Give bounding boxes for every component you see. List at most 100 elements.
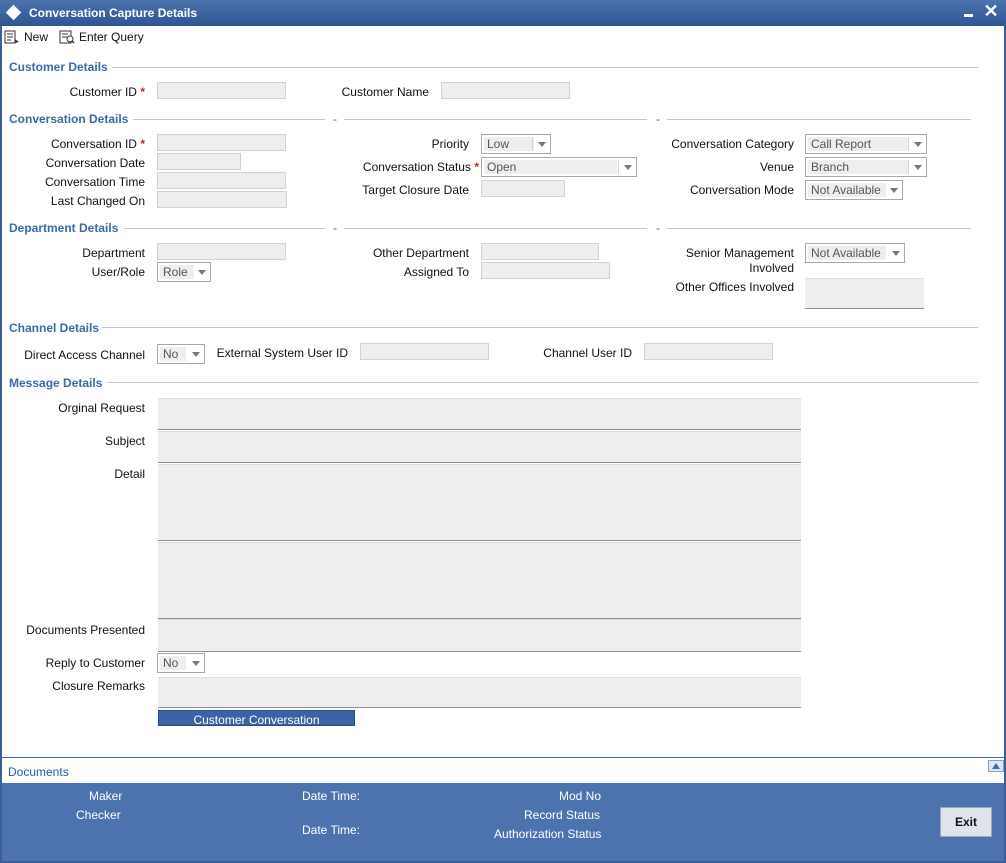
chevron-down-icon: [892, 251, 900, 256]
exit-button[interactable]: Exit: [940, 807, 992, 837]
conversation-id-field[interactable]: [157, 134, 286, 151]
senior-management-involved-label: Involved: [749, 261, 794, 275]
conversation-time-label: Conversation Time: [44, 175, 145, 189]
documents-presented-label: Documents Presented: [26, 623, 145, 637]
customer-id-field[interactable]: [157, 82, 286, 99]
conversation-mode-select[interactable]: Not Available: [805, 180, 903, 200]
conversation-status-select[interactable]: Open: [481, 157, 637, 177]
senior-management-value: Not Available: [808, 246, 886, 260]
chevron-down-icon: [914, 142, 922, 147]
priority-select[interactable]: Low: [481, 134, 551, 154]
new-record-icon: [4, 30, 20, 44]
priority-separator: [532, 137, 533, 151]
conversation-date-field[interactable]: [157, 153, 241, 170]
message-details-heading: Message Details: [9, 376, 103, 390]
department-field[interactable]: [157, 243, 286, 260]
customer-name-label: Customer Name: [341, 85, 429, 99]
user-role-select[interactable]: Role: [157, 262, 211, 282]
enter-query-button[interactable]: Enter Query: [59, 28, 144, 46]
other-department-field[interactable]: [481, 243, 599, 260]
minimize-icon[interactable]: [962, 4, 976, 20]
venue-select[interactable]: Branch: [805, 157, 927, 177]
closure-remarks-label: Closure Remarks: [52, 679, 145, 693]
venue-value: Branch: [808, 160, 908, 174]
channel-details-heading: Channel Details: [9, 321, 100, 335]
user-role-label: User/Role: [91, 265, 145, 279]
conversation-rule-3: [667, 119, 971, 120]
enter-query-label: Enter Query: [79, 30, 144, 44]
customer-section-rule: [112, 67, 978, 68]
conversation-dash-2: -: [656, 112, 660, 126]
chevron-down-icon: [890, 188, 898, 193]
record-status-label: Record Status: [524, 808, 601, 822]
conversation-category-select[interactable]: Call Report: [805, 134, 927, 154]
window-diamond-icon: [5, 4, 22, 21]
last-changed-on-field[interactable]: [157, 191, 287, 208]
other-offices-field[interactable]: [805, 278, 924, 309]
conversation-mode-label: Conversation Mode: [689, 183, 794, 197]
chevron-down-icon: [624, 165, 632, 170]
venue-separator: [908, 160, 909, 174]
category-separator: [908, 137, 909, 151]
chevron-down-icon: [538, 142, 546, 147]
conversation-mode-value: Not Available: [808, 183, 886, 197]
conversation-rule-1: [133, 119, 325, 120]
detail-field[interactable]: [158, 464, 801, 541]
subject-label: Subject: [104, 434, 145, 448]
target-closure-date-field[interactable]: [481, 180, 565, 197]
chevron-down-icon: [192, 661, 200, 666]
documents-link[interactable]: Documents: [8, 765, 69, 779]
priority-label: Priority: [431, 137, 469, 151]
expand-up-icon[interactable]: [988, 760, 1004, 772]
assigned-to-field[interactable]: [481, 262, 610, 279]
external-system-user-id-field[interactable]: [360, 343, 489, 360]
department-dash-2: -: [656, 221, 660, 235]
senior-management-select[interactable]: Not Available: [805, 243, 905, 263]
detail-field-continued[interactable]: [158, 542, 801, 619]
senior-management-label: Senior Management: [685, 246, 794, 260]
chevron-down-icon: [914, 165, 922, 170]
reply-to-customer-select[interactable]: No: [157, 653, 205, 673]
title-bar: Conversation Capture Details ✕: [0, 0, 1006, 26]
conversation-rule-2: [344, 119, 647, 120]
conversation-details-heading: Conversation Details: [9, 112, 129, 126]
mod-no-label: Mod No: [559, 789, 602, 803]
department-dash-1: -: [333, 221, 337, 235]
customer-id-label: Customer ID *: [69, 85, 145, 99]
closure-remarks-field[interactable]: [158, 677, 801, 708]
new-label: New: [24, 30, 49, 44]
message-section-rule: [107, 382, 978, 383]
direct-access-channel-select[interactable]: No: [157, 344, 205, 364]
new-button[interactable]: New: [4, 28, 48, 46]
subject-field[interactable]: [158, 431, 801, 463]
conversation-dash-1: -: [333, 112, 337, 126]
customer-details-heading: Customer Details: [9, 60, 108, 74]
maker-label: Maker: [89, 789, 123, 803]
conversation-status-value: Open: [484, 160, 617, 174]
other-department-label: Other Department: [372, 246, 469, 260]
close-icon[interactable]: ✕: [982, 1, 1000, 21]
channel-user-id-label: Channel User ID: [543, 346, 632, 360]
chevron-down-icon: [192, 352, 200, 357]
department-details-heading: Department Details: [9, 221, 119, 235]
venue-label: Venue: [759, 160, 794, 174]
customer-conversation-button[interactable]: Customer Conversation: [158, 710, 355, 726]
reply-to-customer-label: Reply to Customer: [45, 656, 145, 670]
toolbar: New Enter Query: [2, 26, 1004, 48]
conversation-time-field[interactable]: [157, 172, 286, 189]
documents-presented-field[interactable]: [158, 619, 801, 652]
status-separator: [618, 160, 619, 174]
window-title: Conversation Capture Details: [29, 6, 198, 20]
customer-name-field[interactable]: [441, 82, 570, 99]
original-request-field[interactable]: [158, 398, 801, 430]
direct-access-channel-label: Direct Access Channel: [24, 348, 145, 362]
chevron-down-icon: [198, 270, 206, 275]
channel-section-rule: [102, 327, 978, 328]
conversation-id-label: Conversation ID *: [50, 137, 145, 151]
authorization-status-label: Authorization Status: [494, 827, 602, 841]
checker-date-time-label: Date Time:: [302, 823, 361, 837]
checker-label: Checker: [76, 808, 121, 822]
conversation-category-value: Call Report: [808, 137, 908, 151]
external-system-user-id-label: External System User ID: [216, 346, 348, 360]
channel-user-id-field[interactable]: [644, 343, 773, 360]
